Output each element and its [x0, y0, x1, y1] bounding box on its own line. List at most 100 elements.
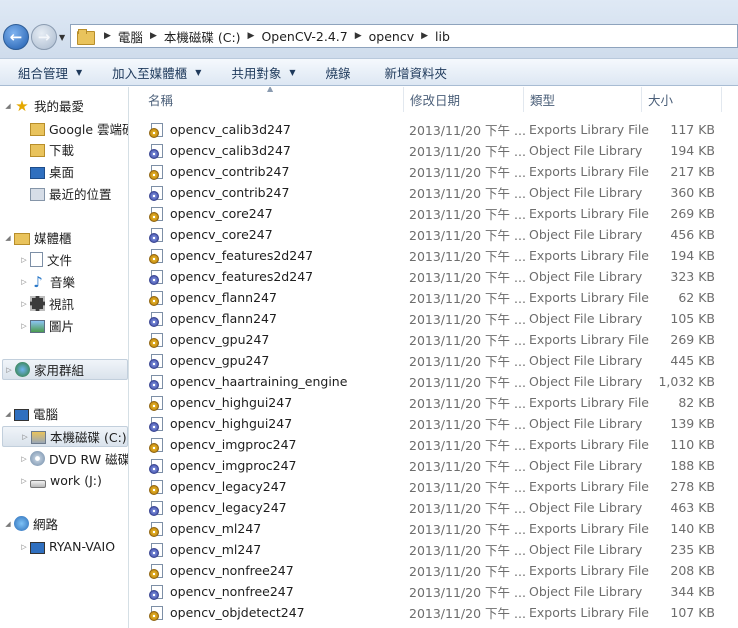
file-row[interactable]: opencv_flann247 2013/11/20 下午 ... Exports …	[130, 287, 738, 308]
file-row[interactable]: opencv_imgproc247 2013/11/20 下午 ... Object…	[130, 455, 738, 476]
dvd-drive-icon	[30, 451, 45, 466]
file-row[interactable]: opencv_contrib247 2013/11/20 下午 ... Export…	[130, 161, 738, 182]
breadcrumb-computer[interactable]: 電腦	[118, 27, 143, 46]
file-size: 463 KB	[670, 500, 715, 515]
file-date: 2013/11/20 下午 ...	[409, 207, 526, 222]
collapse-arrow-icon[interactable]: ▷	[18, 256, 30, 264]
file-row[interactable]: opencv_nonfree247 2013/11/20 下午 ... Export…	[130, 560, 738, 581]
nav-libraries[interactable]: ◢ 媒體櫃	[2, 227, 71, 248]
column-header-name[interactable]: 名稱	[142, 87, 404, 112]
file-row[interactable]: opencv_haartraining_engine 2013/11/20 下午 …	[130, 371, 738, 392]
file-row[interactable]: opencv_legacy247 2013/11/20 下午 ... Exports…	[130, 476, 738, 497]
breadcrumb-separator-icon[interactable]: ▶	[97, 31, 118, 41]
expand-arrow-icon[interactable]: ◢	[2, 234, 14, 242]
file-row[interactable]: opencv_highgui247 2013/11/20 下午 ... Object…	[130, 413, 738, 434]
file-row[interactable]: opencv_core247 2013/11/20 下午 ... Exports L…	[130, 203, 738, 224]
file-row[interactable]: opencv_features2d247 2013/11/20 下午 ... Obj…	[130, 266, 738, 287]
file-row[interactable]: opencv_objdetect247 2013/11/20 下午 ... Expo…	[130, 602, 738, 623]
nav-item-recent-places[interactable]: 最近的位置	[30, 183, 112, 204]
file-date: 2013/11/20 下午 ...	[409, 186, 526, 201]
nav-item-local-disk-c[interactable]: ▷ 本機磁碟 (C:)	[2, 426, 128, 447]
collapse-arrow-icon[interactable]: ▷	[18, 477, 30, 485]
file-row[interactable]: opencv_highgui247 2013/11/20 下午 ... Export…	[130, 392, 738, 413]
expand-arrow-icon[interactable]: ◢	[2, 520, 14, 528]
file-name-cell: opencv_calib3d247	[149, 119, 291, 140]
collapse-arrow-icon[interactable]: ▷	[18, 300, 30, 308]
nav-item-downloads[interactable]: 下載	[30, 139, 74, 160]
network-computer-icon	[30, 541, 45, 554]
organize-menu[interactable]: 組合管理 ▼	[0, 63, 82, 82]
file-type: Object File Library	[529, 458, 643, 473]
file-name: opencv_flann247	[170, 290, 277, 305]
file-row[interactable]: opencv_gpu247 2013/11/20 下午 ... Object Fil…	[130, 350, 738, 371]
back-arrow-icon: ←	[9, 28, 23, 46]
breadcrumb-lib[interactable]: lib	[435, 29, 450, 44]
column-header-size[interactable]: 大小	[642, 87, 722, 112]
removable-drive-icon	[30, 479, 46, 488]
file-name-cell: opencv_legacy247	[149, 497, 287, 518]
nav-item-google-drive[interactable]: Google 雲端硬碟	[30, 118, 128, 139]
collapse-arrow-icon[interactable]: ▷	[18, 543, 30, 551]
nav-item-work-drive[interactable]: ▷ work (J:)	[18, 470, 102, 491]
recent-places-icon	[30, 188, 45, 201]
nav-item-dvd-rw[interactable]: ▷ DVD RW 磁碟機	[18, 448, 128, 469]
breadcrumb-opencv-247[interactable]: OpenCV-2.4.7	[261, 29, 347, 44]
add-to-library-menu[interactable]: 加入至媒體櫃 ▼	[82, 63, 201, 82]
file-row[interactable]: opencv_legacy247 2013/11/20 下午 ... Object …	[130, 497, 738, 518]
breadcrumb-separator-icon[interactable]: ▶	[143, 31, 164, 41]
file-row[interactable]: opencv_ml247 2013/11/20 下午 ... Exports Lib…	[130, 518, 738, 539]
file-row[interactable]: opencv_flann247 2013/11/20 下午 ... Object F…	[130, 308, 738, 329]
breadcrumb-opencv[interactable]: opencv	[369, 29, 414, 44]
nav-network[interactable]: ◢ 網路	[2, 513, 58, 534]
new-folder-button[interactable]: 新增資料夾	[351, 63, 448, 82]
file-row[interactable]: opencv_imgproc247 2013/11/20 下午 ... Export…	[130, 434, 738, 455]
breadcrumb-drive-c[interactable]: 本機磁碟 (C:)	[164, 27, 241, 46]
collapse-arrow-icon[interactable]: ▷	[18, 322, 30, 330]
forward-button[interactable]: →	[31, 24, 57, 50]
collapse-arrow-icon[interactable]: ▷	[18, 278, 30, 286]
file-row[interactable]: opencv_core247 2013/11/20 下午 ... Object Fi…	[130, 224, 738, 245]
nav-item-documents[interactable]: ▷ 文件	[18, 249, 72, 270]
object-file-library-icon	[149, 269, 165, 285]
back-button[interactable]: ←	[3, 24, 29, 50]
nav-computer[interactable]: ◢ 電腦	[2, 403, 58, 424]
column-header-date[interactable]: 修改日期	[404, 87, 524, 112]
exports-library-file-icon	[149, 395, 165, 411]
file-row[interactable]: opencv_nonfree247 2013/11/20 下午 ... Object…	[130, 581, 738, 602]
nav-item-music[interactable]: ▷ ♪ 音樂	[18, 271, 75, 292]
collapse-arrow-icon[interactable]: ▷	[3, 366, 15, 374]
nav-item-pictures[interactable]: ▷ 圖片	[18, 315, 74, 336]
file-name-cell: opencv_contrib247	[149, 161, 289, 182]
file-list: ▲ 名稱 修改日期 類型 大小 opencv_calib3d247 2013/11…	[130, 87, 738, 628]
file-row[interactable]: opencv_calib3d247 2013/11/20 下午 ... Object…	[130, 140, 738, 161]
file-row[interactable]: opencv_features2d247 2013/11/20 下午 ... Exp…	[130, 245, 738, 266]
nav-favorites[interactable]: ◢ ★ 我的最愛	[2, 95, 84, 116]
expand-arrow-icon[interactable]: ◢	[2, 102, 14, 110]
nav-homegroup[interactable]: ▷ 家用群組	[2, 359, 128, 380]
recent-pages-dropdown-icon[interactable]: ▼	[59, 33, 65, 42]
file-row[interactable]: opencv_ml247 2013/11/20 下午 ... Object File…	[130, 539, 738, 560]
expand-arrow-icon[interactable]: ◢	[2, 410, 14, 418]
file-name-cell: opencv_nonfree247	[149, 581, 294, 602]
breadcrumb-separator-icon[interactable]: ▶	[241, 31, 262, 41]
file-size: 269 KB	[670, 332, 715, 347]
nav-item-videos[interactable]: ▷ 視訊	[18, 293, 74, 314]
file-name-cell: opencv_flann247	[149, 287, 277, 308]
folder-icon	[77, 29, 95, 45]
address-bar[interactable]: ▶ 電腦 ▶ 本機磁碟 (C:) ▶ OpenCV-2.4.7 ▶ opencv…	[70, 24, 738, 48]
file-row[interactable]: opencv_gpu247 2013/11/20 下午 ... Exports Li…	[130, 329, 738, 350]
file-date: 2013/11/20 下午 ...	[409, 543, 526, 558]
collapse-arrow-icon[interactable]: ▷	[18, 455, 30, 463]
column-header-type[interactable]: 類型	[524, 87, 642, 112]
burn-button[interactable]: 燒錄	[296, 63, 351, 82]
collapse-arrow-icon[interactable]: ▷	[19, 433, 31, 441]
nav-item-ryan-vaio[interactable]: ▷ RYAN-VAIO	[18, 536, 115, 557]
breadcrumb-separator-icon[interactable]: ▶	[414, 31, 435, 41]
share-with-menu[interactable]: 共用對象 ▼	[201, 63, 295, 82]
breadcrumb-separator-icon[interactable]: ▶	[348, 31, 369, 41]
exports-library-file-icon	[149, 122, 165, 138]
nav-item-desktop[interactable]: 桌面	[30, 161, 74, 182]
file-row[interactable]: opencv_contrib247 2013/11/20 下午 ... Object…	[130, 182, 738, 203]
file-date: 2013/11/20 下午 ...	[409, 144, 526, 159]
file-row[interactable]: opencv_calib3d247 2013/11/20 下午 ... Export…	[130, 119, 738, 140]
